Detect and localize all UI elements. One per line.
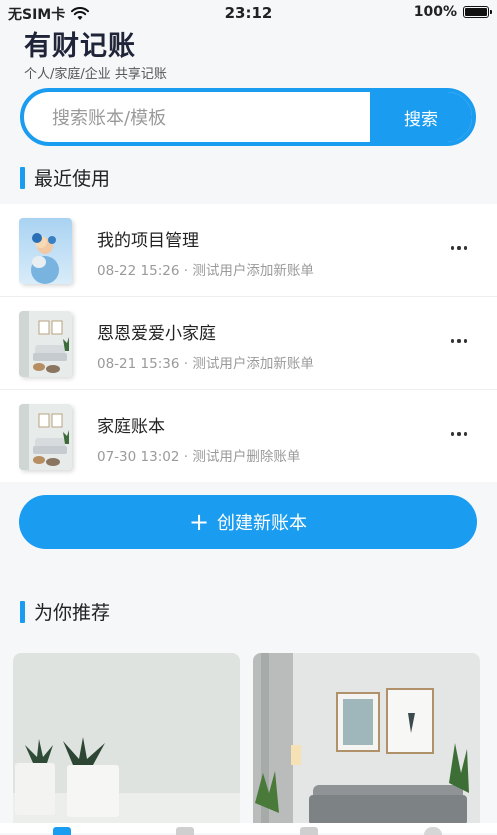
- create-book-label: 创建新账本: [217, 513, 308, 534]
- book-activity: 08-21 15:36 · 测试用户添加新账单: [97, 352, 314, 372]
- app-title: 有财记账: [24, 31, 136, 62]
- activity-text: 测试用户添加新账单: [192, 356, 314, 372]
- tab-profile-icon[interactable]: [424, 827, 442, 835]
- activity-date: 08-22 15:26: [97, 263, 180, 279]
- recent-section-header: 最近使用: [20, 164, 110, 191]
- search-button[interactable]: 搜索: [370, 92, 472, 142]
- section-accent-bar: [20, 600, 25, 623]
- activity-date: 07-30 13:02: [97, 449, 180, 465]
- status-bar: 无SIM卡 23:12 100%: [0, 0, 497, 26]
- book-name: 恩恩爱爱小家庭: [97, 324, 216, 344]
- book-cover-image: [19, 311, 72, 377]
- recent-section-title: 最近使用: [34, 168, 111, 190]
- battery-status: 100%: [413, 4, 492, 20]
- recommend-card[interactable]: [13, 653, 240, 823]
- book-name: 我的项目管理: [97, 231, 199, 251]
- recent-list: 我的项目管理 08-22 15:26 · 测试用户添加新账单 恩恩爱爱小家庭 0…: [0, 204, 497, 482]
- book-name: 家庭账本: [97, 417, 165, 437]
- battery-percent: 100%: [413, 4, 457, 20]
- tab-stats-icon[interactable]: [176, 827, 194, 835]
- battery-icon: [463, 6, 492, 18]
- search-bar: 搜索: [20, 88, 476, 146]
- recommend-section-header: 为你推荐: [20, 598, 110, 625]
- section-accent-bar: [20, 166, 25, 189]
- more-options-icon[interactable]: [451, 240, 467, 256]
- search-input[interactable]: [24, 92, 402, 142]
- list-item[interactable]: 恩恩爱爱小家庭 08-21 15:36 · 测试用户添加新账单: [0, 297, 497, 390]
- tab-bar: [0, 823, 497, 835]
- list-item[interactable]: 家庭账本 07-30 13:02 · 测试用户删除账单: [0, 390, 497, 482]
- book-cover-image: [19, 404, 72, 470]
- book-cover-image: [19, 218, 72, 284]
- recommend-section-title: 为你推荐: [34, 602, 111, 624]
- book-activity: 07-30 13:02 · 测试用户删除账单: [97, 445, 300, 465]
- recommend-card[interactable]: [253, 653, 480, 823]
- tab-list-icon[interactable]: [300, 827, 318, 835]
- book-activity: 08-22 15:26 · 测试用户添加新账单: [97, 259, 314, 279]
- app-subtitle: 个人/家庭/企业 共享记账: [24, 67, 167, 82]
- plus-icon: +: [188, 508, 210, 536]
- activity-text: 测试用户添加新账单: [192, 263, 314, 279]
- more-options-icon[interactable]: [451, 333, 467, 349]
- activity-text: 测试用户删除账单: [192, 449, 301, 465]
- template-cover-image: [253, 653, 480, 823]
- more-options-icon[interactable]: [451, 426, 467, 442]
- template-cover-image: [13, 653, 240, 823]
- activity-date: 08-21 15:36: [97, 356, 180, 372]
- list-item[interactable]: 我的项目管理 08-22 15:26 · 测试用户添加新账单: [0, 204, 497, 297]
- tab-home-icon[interactable]: [53, 827, 71, 835]
- create-book-button[interactable]: + 创建新账本: [19, 495, 477, 549]
